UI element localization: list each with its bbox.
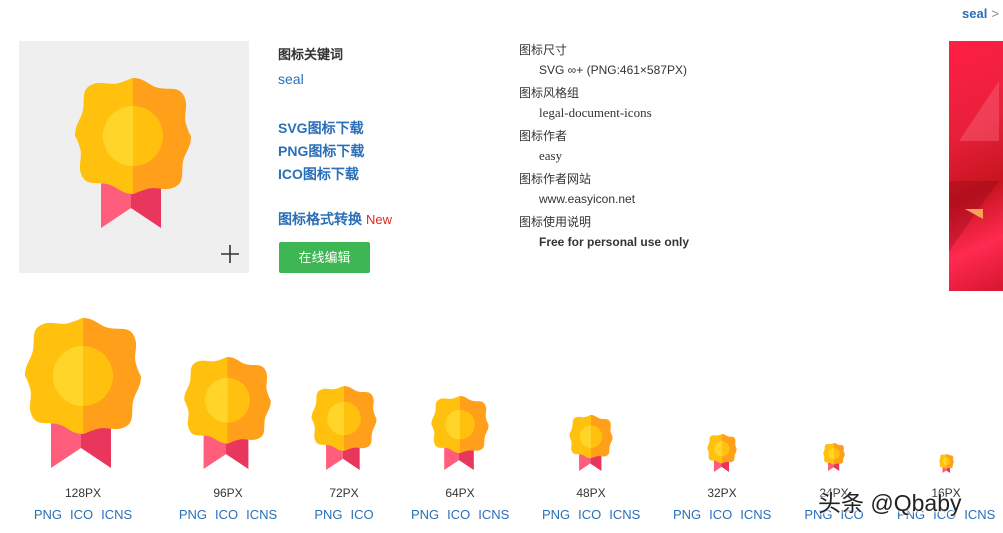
medal-icon bbox=[707, 434, 737, 472]
size-item-128: 128PX PNG ICO ICNS bbox=[19, 300, 147, 533]
ad-decoration bbox=[959, 81, 999, 141]
ad-decoration bbox=[965, 209, 983, 219]
png-link[interactable]: PNG bbox=[34, 507, 62, 522]
online-edit-button[interactable]: 在线编辑 bbox=[279, 242, 370, 273]
svg-download-link[interactable]: SVG图标下载 bbox=[278, 118, 364, 138]
size-item-72: 72PX PNG ICO bbox=[304, 300, 384, 533]
size-label: 64PX bbox=[445, 486, 475, 500]
keyword-link[interactable]: seal bbox=[278, 71, 304, 87]
keywords-label: 图标关键词 bbox=[278, 47, 344, 62]
site-label: 图标作者网站 bbox=[519, 172, 592, 186]
size-item-64: 64PX PNG ICO ICNS bbox=[407, 300, 513, 533]
usage-value: Free for personal use only bbox=[539, 235, 690, 249]
icon-preview bbox=[19, 41, 249, 273]
style-label: 图标风格组 bbox=[519, 86, 580, 100]
size-label: 48PX bbox=[576, 486, 606, 500]
medal-icon bbox=[939, 454, 954, 473]
ico-link[interactable]: ICO bbox=[578, 507, 601, 522]
format-convert: 图标格式转换 New bbox=[278, 209, 392, 229]
ad-banner[interactable] bbox=[949, 41, 1003, 291]
png-link[interactable]: PNG bbox=[179, 507, 207, 522]
medal-icon bbox=[569, 415, 613, 471]
png-link[interactable]: PNG bbox=[673, 507, 701, 522]
size-label: 32PX bbox=[707, 486, 737, 500]
breadcrumb: seal > bbox=[962, 6, 999, 21]
medal-icon bbox=[184, 357, 271, 469]
size-label: 图标尺寸 bbox=[519, 43, 568, 57]
png-link[interactable]: PNG bbox=[314, 507, 342, 522]
download-links: PNG ICO ICNS bbox=[19, 507, 147, 522]
ico-link[interactable]: ICO bbox=[447, 507, 470, 522]
download-links: PNG ICO ICNS bbox=[407, 507, 513, 522]
plus-icon[interactable] bbox=[220, 244, 240, 264]
download-links: PNG ICO bbox=[304, 507, 384, 522]
style-link[interactable]: legal-document-icons bbox=[539, 105, 652, 121]
png-link[interactable]: PNG bbox=[411, 507, 439, 522]
medal-icon bbox=[431, 396, 489, 470]
breadcrumb-separator: > bbox=[991, 6, 999, 21]
icns-link[interactable]: ICNS bbox=[964, 507, 995, 522]
author-label: 图标作者 bbox=[519, 129, 568, 143]
size-label: 128PX bbox=[64, 486, 102, 500]
usage-label: 图标使用说明 bbox=[519, 215, 592, 229]
ico-link[interactable]: ICO bbox=[215, 507, 238, 522]
png-download-link[interactable]: PNG图标下载 bbox=[278, 141, 364, 161]
size-value: SVG ∞+ (PNG:461×587PX) bbox=[539, 63, 687, 77]
icns-link[interactable]: ICNS bbox=[101, 507, 132, 522]
download-links: PNG ICO ICNS bbox=[538, 507, 644, 522]
format-convert-link[interactable]: 图标格式转换 bbox=[278, 211, 362, 227]
author-link[interactable]: easy bbox=[539, 148, 562, 164]
medal-icon bbox=[823, 443, 845, 471]
breadcrumb-current-link[interactable]: seal bbox=[962, 6, 987, 21]
medal-icon bbox=[25, 318, 141, 468]
icns-link[interactable]: ICNS bbox=[740, 507, 771, 522]
size-item-32: 32PX PNG ICO ICNS bbox=[669, 300, 775, 533]
medal-icon bbox=[311, 386, 377, 470]
icns-link[interactable]: ICNS bbox=[609, 507, 640, 522]
icns-link[interactable]: ICNS bbox=[478, 507, 509, 522]
size-label: 72PX bbox=[329, 486, 359, 500]
download-links: PNG ICO ICNS bbox=[669, 507, 775, 522]
size-item-48: 48PX PNG ICO ICNS bbox=[538, 300, 644, 533]
size-label: 96PX bbox=[213, 486, 243, 500]
ico-download-link[interactable]: ICO图标下载 bbox=[278, 164, 359, 184]
size-item-96: 96PX PNG ICO ICNS bbox=[172, 300, 284, 533]
ico-link[interactable]: ICO bbox=[709, 507, 732, 522]
medal-icon bbox=[74, 78, 192, 228]
site-value: www.easyicon.net bbox=[539, 192, 636, 206]
png-link[interactable]: PNG bbox=[542, 507, 570, 522]
icns-link[interactable]: ICNS bbox=[246, 507, 277, 522]
ico-link[interactable]: ICO bbox=[70, 507, 93, 522]
watermark: 头条 @Qbaby bbox=[818, 490, 962, 516]
new-badge: New bbox=[366, 212, 393, 227]
download-links: PNG ICO ICNS bbox=[172, 507, 284, 522]
ico-link[interactable]: ICO bbox=[351, 507, 374, 522]
